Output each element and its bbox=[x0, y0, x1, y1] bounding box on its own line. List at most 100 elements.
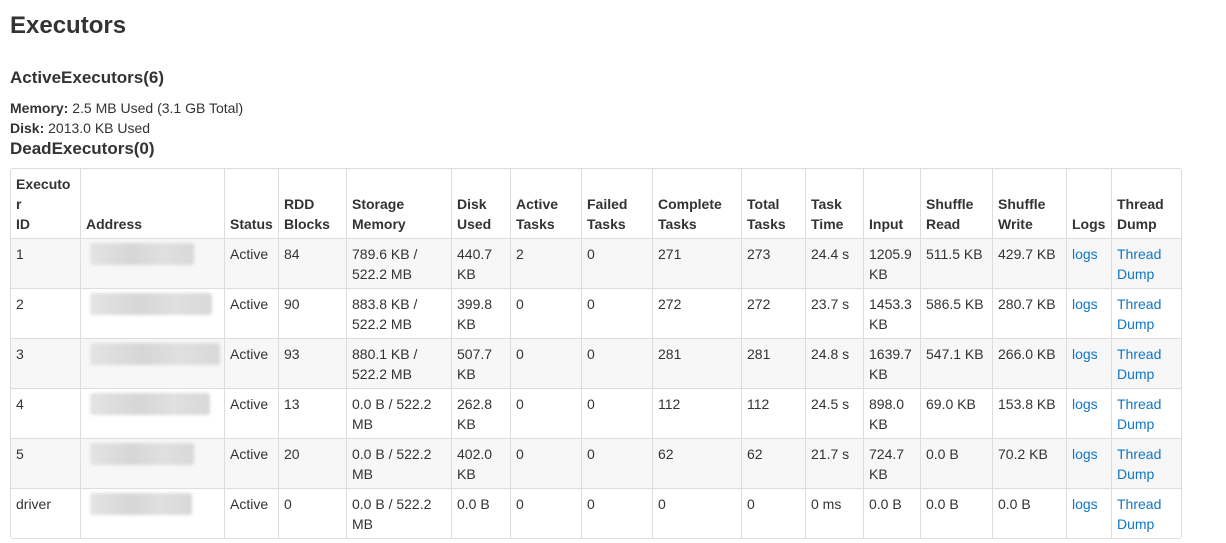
complete-tasks-cell: 271 bbox=[653, 238, 742, 288]
complete-tasks-cell: 272 bbox=[653, 288, 742, 338]
col-shuffle-write[interactable]: Shuffle Write bbox=[993, 169, 1067, 238]
thread-dump-cell: Thread Dump bbox=[1112, 338, 1181, 388]
shuffle-write-cell: 266.0 KB bbox=[993, 338, 1067, 388]
disk-summary: Disk: 2013.0 KB Used bbox=[10, 118, 1226, 138]
col-shuffle-read[interactable]: Shuffle Read bbox=[921, 169, 993, 238]
input-cell: 1453.3 KB bbox=[864, 288, 921, 338]
table-row: 5 Active 20 0.0 B / 522.2 MB 402.0 KB 0 0 62 62 2… bbox=[11, 438, 1181, 488]
thread-dump-cell: Thread Dump bbox=[1112, 288, 1181, 338]
page-title: Executors bbox=[10, 12, 127, 39]
thread-dump-cell: Thread Dump bbox=[1112, 238, 1181, 288]
logs-link[interactable]: logs bbox=[1072, 446, 1098, 462]
task-time-cell: 24.5 s bbox=[806, 388, 864, 438]
failed-tasks-cell: 0 bbox=[582, 488, 653, 538]
disk-label: Disk: bbox=[10, 120, 45, 136]
executors-table: Executor ID Address Status RDD Blocks Stor… bbox=[10, 168, 1182, 539]
redacted-address bbox=[90, 443, 194, 465]
total-tasks-cell: 273 bbox=[742, 238, 806, 288]
task-time-cell: 0 ms bbox=[806, 488, 864, 538]
col-executor-id[interactable]: Executor ID bbox=[11, 169, 81, 238]
rdd-blocks-cell: 13 bbox=[279, 388, 347, 438]
thread-dump-link[interactable]: Thread Dump bbox=[1117, 446, 1161, 482]
failed-tasks-cell: 0 bbox=[582, 238, 653, 288]
table-row: 2 Active 90 883.8 KB / 522.2 MB 399.8 KB 0 0 27… bbox=[11, 288, 1181, 338]
thread-dump-link[interactable]: Thread Dump bbox=[1117, 346, 1161, 382]
col-status[interactable]: Status bbox=[225, 169, 279, 238]
total-tasks-cell: 272 bbox=[742, 288, 806, 338]
dead-executors-heading[interactable]: DeadExecutors(0) bbox=[10, 138, 1226, 160]
col-disk-used[interactable]: Disk Used bbox=[452, 169, 511, 238]
task-time-cell: 24.8 s bbox=[806, 338, 864, 388]
disk-used-cell: 402.0 KB bbox=[452, 438, 511, 488]
executor-id-cell: 5 bbox=[11, 438, 81, 488]
disk-value: 2013.0 KB Used bbox=[48, 120, 151, 136]
disk-used-cell: 440.7 KB bbox=[452, 238, 511, 288]
col-storage-memory[interactable]: Storage Memory bbox=[347, 169, 452, 238]
status-cell: Active bbox=[225, 388, 279, 438]
thread-dump-link[interactable]: Thread Dump bbox=[1117, 296, 1161, 332]
thread-dump-link[interactable]: Thread Dump bbox=[1117, 496, 1161, 532]
shuffle-read-cell: 69.0 KB bbox=[921, 388, 993, 438]
executor-summary: Memory: 2.5 MB Used (3.1 GB Total) Disk:… bbox=[10, 98, 1226, 138]
complete-tasks-cell: 62 bbox=[653, 438, 742, 488]
storage-memory-cell: 0.0 B / 522.2 MB bbox=[347, 438, 452, 488]
memory-label: Memory: bbox=[10, 100, 69, 116]
address-cell bbox=[81, 488, 225, 538]
col-active-tasks[interactable]: Active Tasks bbox=[511, 169, 582, 238]
executors-page: Executors ActiveExecutors(6) Memory: 2.5… bbox=[0, 0, 1226, 539]
shuffle-read-cell: 511.5 KB bbox=[921, 238, 993, 288]
col-input[interactable]: Input bbox=[864, 169, 921, 238]
shuffle-write-cell: 70.2 KB bbox=[993, 438, 1067, 488]
logs-link[interactable]: logs bbox=[1072, 396, 1098, 412]
memory-summary: Memory: 2.5 MB Used (3.1 GB Total) bbox=[10, 98, 1226, 118]
logs-link[interactable]: logs bbox=[1072, 346, 1098, 362]
input-cell: 0.0 B bbox=[864, 488, 921, 538]
shuffle-write-cell: 153.8 KB bbox=[993, 388, 1067, 438]
table-row: driver Active 0 0.0 B / 522.2 MB 0.0 B00000 … bbox=[11, 488, 1181, 538]
input-cell: 898.0 KB bbox=[864, 388, 921, 438]
executor-id-cell: 2 bbox=[11, 288, 81, 338]
col-thread-dump[interactable]: Thread Dump bbox=[1112, 169, 1181, 238]
col-complete-tasks[interactable]: Complete Tasks bbox=[653, 169, 742, 238]
disk-used-cell: 0.0 B bbox=[452, 488, 511, 538]
col-failed-tasks[interactable]: Failed Tasks bbox=[582, 169, 653, 238]
rdd-blocks-cell: 20 bbox=[279, 438, 347, 488]
storage-memory-cell: 883.8 KB / 522.2 MB bbox=[347, 288, 452, 338]
thread-dump-link[interactable]: Thread Dump bbox=[1117, 246, 1161, 282]
shuffle-read-cell: 0.0 B bbox=[921, 438, 993, 488]
table-header-row: Executor ID Address Status RDD Blocks Stor… bbox=[11, 169, 1181, 238]
logs-link[interactable]: logs bbox=[1072, 496, 1098, 512]
task-time-cell: 24.4 s bbox=[806, 238, 864, 288]
redacted-address bbox=[90, 243, 194, 265]
logs-cell: logs bbox=[1067, 338, 1112, 388]
thread-dump-cell: Thread Dump bbox=[1112, 488, 1181, 538]
shuffle-write-cell: 280.7 KB bbox=[993, 288, 1067, 338]
shuffle-read-cell: 0.0 B bbox=[921, 488, 993, 538]
active-tasks-cell: 0 bbox=[511, 388, 582, 438]
col-address[interactable]: Address bbox=[81, 169, 225, 238]
logs-link[interactable]: logs bbox=[1072, 246, 1098, 262]
thread-dump-link[interactable]: Thread Dump bbox=[1117, 396, 1161, 432]
col-rdd-blocks[interactable]: RDD Blocks bbox=[279, 169, 347, 238]
shuffle-write-cell: 429.7 KB bbox=[993, 238, 1067, 288]
disk-used-cell: 399.8 KB bbox=[452, 288, 511, 338]
logs-cell: logs bbox=[1067, 488, 1112, 538]
task-time-cell: 21.7 s bbox=[806, 438, 864, 488]
task-time-cell: 23.7 s bbox=[806, 288, 864, 338]
rdd-blocks-cell: 0 bbox=[279, 488, 347, 538]
redacted-address bbox=[90, 393, 210, 415]
logs-cell: logs bbox=[1067, 438, 1112, 488]
active-tasks-cell: 0 bbox=[511, 338, 582, 388]
redacted-address bbox=[90, 493, 192, 515]
col-total-tasks[interactable]: Total Tasks bbox=[742, 169, 806, 238]
total-tasks-cell: 62 bbox=[742, 438, 806, 488]
logs-link[interactable]: logs bbox=[1072, 296, 1098, 312]
active-tasks-cell: 0 bbox=[511, 488, 582, 538]
failed-tasks-cell: 0 bbox=[582, 338, 653, 388]
executor-id-cell: 4 bbox=[11, 388, 81, 438]
input-cell: 1205.9 KB bbox=[864, 238, 921, 288]
active-executors-heading[interactable]: ActiveExecutors(6) bbox=[10, 67, 1226, 89]
status-cell: Active bbox=[225, 238, 279, 288]
col-task-time[interactable]: Task Time bbox=[806, 169, 864, 238]
col-logs[interactable]: Logs bbox=[1067, 169, 1112, 238]
